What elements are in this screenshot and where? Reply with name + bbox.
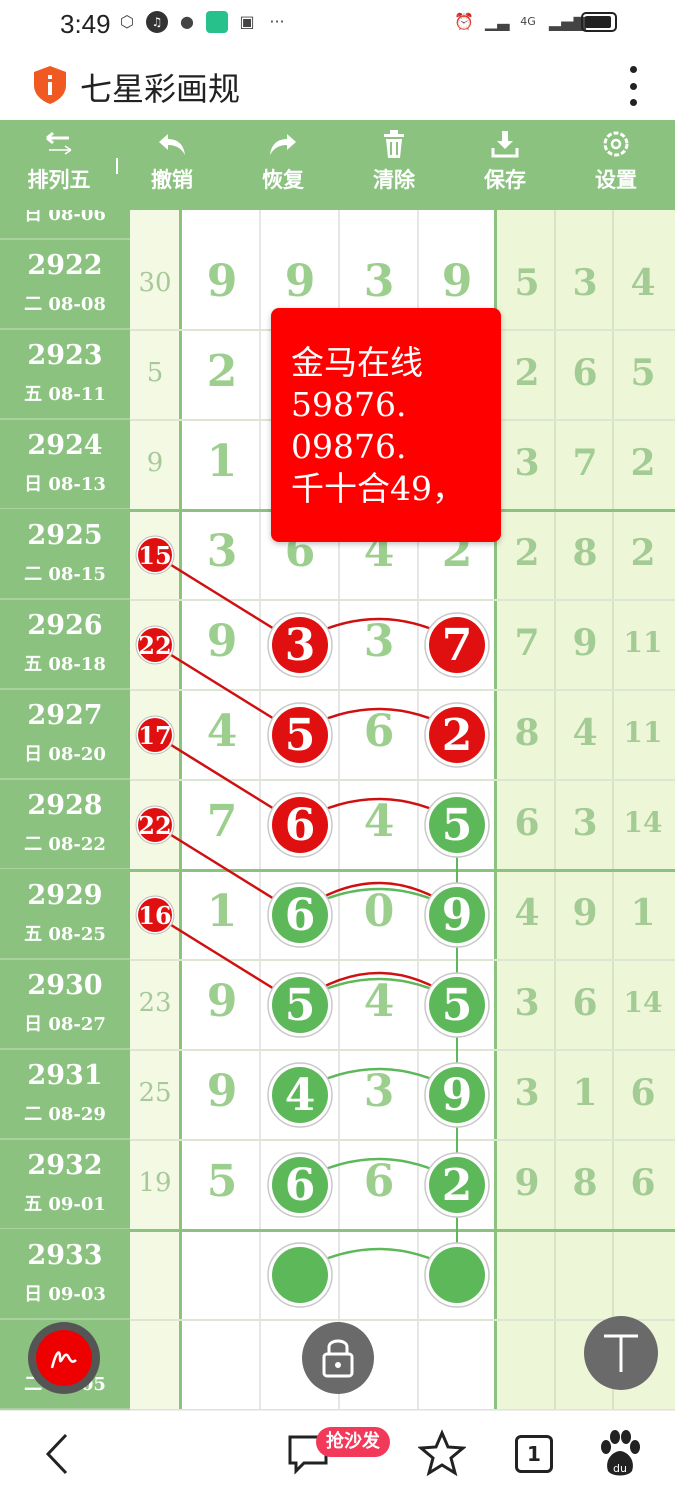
menu-dot-icon xyxy=(629,66,637,73)
status-notification-icons: ⬡ ♫ ● ▣ ··· xyxy=(116,11,288,33)
app-notification-icon xyxy=(206,11,228,33)
network-type-label: 4G xyxy=(520,15,536,28)
comment-badge: 抢沙发 xyxy=(316,1427,390,1457)
lock-button[interactable] xyxy=(302,1322,374,1394)
marker-circle xyxy=(272,1247,328,1303)
text-t-icon xyxy=(604,1334,638,1372)
menu-dot-icon xyxy=(629,99,637,106)
marker-circle-label: 6 xyxy=(285,1160,316,1211)
signal-icon: ▂▄▆ xyxy=(549,12,586,31)
marker-circle-label: 5 xyxy=(442,980,473,1031)
tv-icon: ▣ xyxy=(239,12,255,31)
marker-circle-label: 6 xyxy=(285,890,316,941)
svg-text:du: du xyxy=(613,1462,627,1475)
text-tool-button[interactable] xyxy=(584,1316,658,1390)
undo-label: 撤销 xyxy=(151,168,193,192)
sum-circle-label: 22 xyxy=(138,631,171,660)
more-notifications-icon: ··· xyxy=(269,12,285,31)
card-line: 千十合49， xyxy=(291,469,465,508)
signal-off-icon: ▁▃ xyxy=(485,12,510,31)
lock-icon xyxy=(322,1339,354,1378)
trash-icon xyxy=(384,130,404,158)
undo-icon xyxy=(159,134,185,155)
marker-circle-label: 5 xyxy=(442,800,473,851)
app-title-bar: 七星彩画规 xyxy=(0,50,675,120)
lottery-type-button[interactable]: 排列五 xyxy=(9,128,109,194)
sum-circle-label: 17 xyxy=(138,721,171,750)
marker-circle-label: 4 xyxy=(285,1070,316,1121)
signature-icon xyxy=(36,1330,92,1386)
redo-button[interactable]: 恢复 xyxy=(233,128,333,194)
card-line: 59876. xyxy=(291,385,407,424)
toolbar: 排列五 撤销 恢复 清除 保存 设置 xyxy=(0,120,675,210)
clear-button[interactable]: 清除 xyxy=(344,128,444,194)
sum-circle-label: 16 xyxy=(138,901,171,930)
undo-button[interactable]: 撤销 xyxy=(122,128,222,194)
marker-circle-label: 5 xyxy=(285,710,316,761)
baidu-paw-icon[interactable]: du xyxy=(596,1429,644,1481)
status-system-icons: ⏰ ▁▃ 4G ▂▄▆ xyxy=(453,11,617,33)
redo-label: 恢复 xyxy=(262,168,304,192)
redo-icon xyxy=(270,134,296,155)
chat-bubble-icon: ● xyxy=(180,12,194,31)
status-bar: 3:49 ⬡ ♫ ● ▣ ··· ⏰ ▁▃ 4G ▂▄▆ xyxy=(0,0,675,50)
marker-circle-label: 2 xyxy=(442,710,473,761)
sum-circle-label: 15 xyxy=(138,541,171,570)
marker-circle-label: 9 xyxy=(442,1070,473,1121)
marker-circle-label: 6 xyxy=(285,800,316,851)
prediction-card: 金马在线 59876. 09876. 千十合49， xyxy=(271,308,501,542)
page-title: 七星彩画规 xyxy=(80,70,241,108)
marker-circle-label: 5 xyxy=(285,980,316,1031)
save-label: 保存 xyxy=(484,168,526,192)
lottery-grid[interactable]: 日 08-06 2922 二 08-08 30 9 9 3 9 5 3 4 2923 五 08-11 5… xyxy=(0,210,675,1410)
hexagon-icon: ⬡ xyxy=(120,12,134,31)
card-line: 金马在线 xyxy=(291,343,423,382)
music-icon: ♫ xyxy=(146,11,168,33)
signature-button[interactable] xyxy=(28,1322,100,1394)
clear-label: 清除 xyxy=(373,168,415,192)
settings-label: 设置 xyxy=(595,168,637,192)
tabs-button[interactable]: 1 xyxy=(515,1435,553,1473)
save-button[interactable]: 保存 xyxy=(455,128,555,194)
download-icon xyxy=(491,131,519,158)
back-icon[interactable] xyxy=(40,1429,74,1479)
toolbar-divider xyxy=(116,158,118,174)
sum-circle-label: 22 xyxy=(138,811,171,840)
overflow-menu-button[interactable] xyxy=(627,66,639,106)
menu-dot-icon xyxy=(629,82,637,90)
star-icon[interactable] xyxy=(418,1429,466,1477)
lottery-type-label: 排列五 xyxy=(27,168,91,192)
shield-icon xyxy=(34,66,66,104)
card-line: 09876. xyxy=(291,427,407,466)
marker-circle-label: 9 xyxy=(442,890,473,941)
status-time: 3:49 xyxy=(60,9,111,39)
marker-circle-label: 2 xyxy=(442,1160,473,1211)
alarm-icon: ⏰ xyxy=(454,12,474,31)
marker-circle xyxy=(429,1247,485,1303)
battery-icon xyxy=(581,12,617,32)
settings-button[interactable]: 设置 xyxy=(566,128,666,194)
gear-icon xyxy=(603,131,629,157)
swap-arrows-icon xyxy=(46,131,72,155)
marker-circle-label: 3 xyxy=(285,620,316,671)
marker-circle-label: 7 xyxy=(442,620,473,671)
